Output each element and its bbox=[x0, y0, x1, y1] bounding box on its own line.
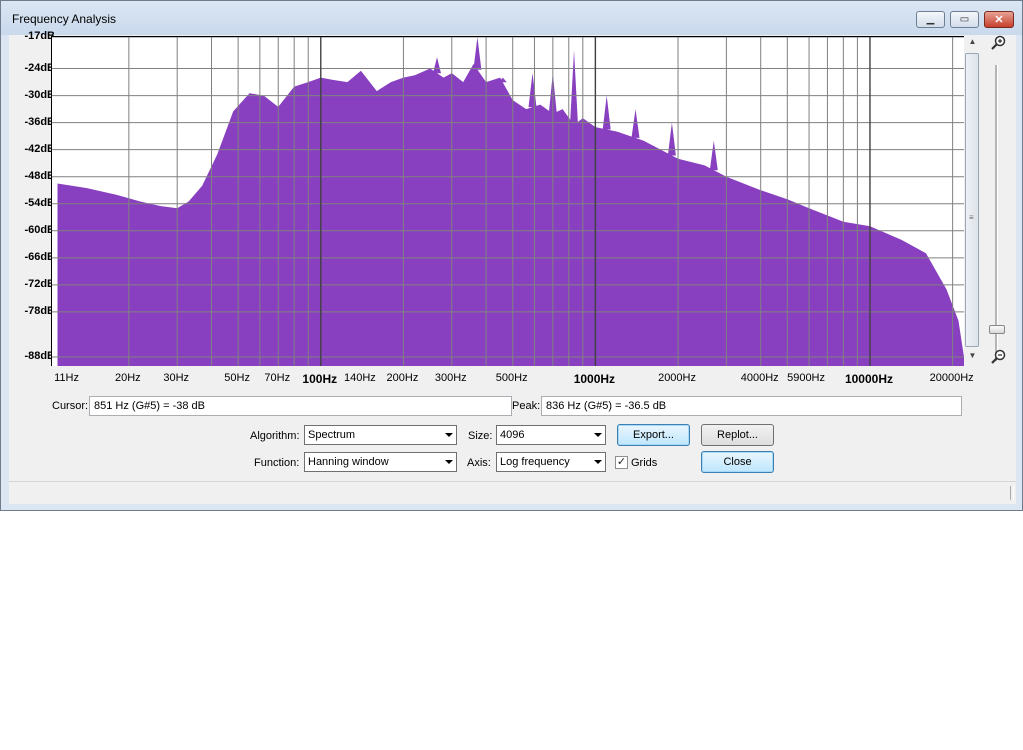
scroll-down-arrow-icon[interactable]: ▼ bbox=[964, 351, 981, 365]
minimize-button[interactable]: ▁ bbox=[916, 11, 945, 28]
spectrum-peak-spike bbox=[473, 37, 482, 70]
spectrum-area bbox=[57, 64, 964, 366]
status-bar bbox=[9, 481, 1016, 504]
algorithm-select[interactable]: Spectrum bbox=[304, 425, 457, 445]
zoom-slider-thumb[interactable] bbox=[989, 325, 1005, 334]
title-bar[interactable]: Frequency Analysis ▁ ▭ ✕ bbox=[1, 1, 1022, 35]
spectrum-peak-spike bbox=[667, 122, 676, 156]
x-tick-label: 300Hz bbox=[434, 372, 467, 384]
function-select[interactable]: Hanning window bbox=[304, 452, 457, 472]
window-title: Frequency Analysis bbox=[12, 12, 117, 26]
axis-label: Axis: bbox=[467, 457, 491, 469]
y-tick-label: -60dB bbox=[24, 223, 55, 236]
x-tick-label: 1000Hz bbox=[573, 372, 616, 386]
resize-grip-icon[interactable] bbox=[1010, 486, 1014, 500]
dialog-client-area: -17dB -24dB -30dB -36dB -42dB -48dB -54dB -60dB… bbox=[9, 30, 1016, 504]
x-tick-label: 50Hz bbox=[224, 372, 250, 384]
y-tick-label: -72dB bbox=[24, 277, 55, 290]
cursor-readout-field: 851 Hz (G#5) = -38 dB bbox=[89, 396, 512, 416]
axis-select-value: Log frequency bbox=[500, 456, 570, 468]
close-window-button[interactable]: ✕ bbox=[984, 11, 1014, 28]
x-tick-label: 11Hz bbox=[54, 372, 79, 384]
x-tick-label: 2000Hz bbox=[658, 372, 696, 384]
replot-button[interactable]: Replot... bbox=[701, 424, 774, 446]
scroll-up-arrow-icon[interactable]: ▲ bbox=[964, 37, 981, 51]
size-label: Size: bbox=[468, 430, 493, 442]
algorithm-label: Algorithm: bbox=[250, 430, 300, 442]
y-tick-label: -54dB bbox=[24, 196, 55, 209]
close-button[interactable]: Close bbox=[701, 451, 774, 473]
zoom-slider-track[interactable] bbox=[995, 65, 998, 361]
x-tick-label: 200Hz bbox=[386, 372, 419, 384]
y-tick-label: -48dB bbox=[24, 169, 55, 182]
spectrum-peak-spike bbox=[709, 140, 718, 171]
spectrum-plot[interactable] bbox=[51, 36, 964, 366]
x-tick-label: 20Hz bbox=[114, 372, 141, 384]
function-select-value: Hanning window bbox=[308, 456, 389, 468]
x-tick-label: 10000Hz bbox=[844, 372, 893, 386]
function-label: Function: bbox=[254, 457, 300, 469]
spectrum-peak-spike bbox=[528, 73, 537, 108]
x-tick-label: 4000Hz bbox=[740, 372, 779, 384]
y-tick-label: -17dB bbox=[24, 30, 55, 42]
grip-icon: ≡ bbox=[969, 213, 974, 222]
checkmark-icon: ✓ bbox=[616, 456, 627, 468]
x-tick-label: 70Hz bbox=[264, 372, 291, 384]
x-tick-label: 100Hz bbox=[302, 372, 338, 386]
chevron-down-icon bbox=[445, 460, 453, 464]
spectrum-svg bbox=[52, 36, 964, 366]
algorithm-select-value: Spectrum bbox=[308, 429, 356, 441]
y-tick-label: -88dB bbox=[24, 349, 55, 362]
y-tick-label: -66dB bbox=[24, 250, 55, 263]
minimize-icon: ▁ bbox=[926, 14, 935, 25]
x-tick-label: 30Hz bbox=[163, 372, 190, 384]
close-icon: ✕ bbox=[994, 14, 1004, 26]
spectrum-peak-spike bbox=[602, 95, 611, 130]
grids-checkbox[interactable]: ✓ bbox=[615, 456, 628, 469]
y-tick-label: -24dB bbox=[24, 61, 55, 74]
size-select-value: 4096 bbox=[500, 429, 525, 441]
y-tick-label: -78dB bbox=[24, 304, 55, 317]
x-tick-label: 500Hz bbox=[495, 372, 528, 384]
grids-label[interactable]: Grids bbox=[631, 457, 657, 469]
zoom-out-icon[interactable] bbox=[990, 349, 1006, 365]
spectrum-peak-spike bbox=[433, 57, 441, 74]
x-tick-label: 5900Hz bbox=[787, 372, 826, 384]
x-tick-label: 140Hz bbox=[343, 372, 376, 384]
y-tick-label: -36dB bbox=[24, 115, 55, 128]
chevron-down-icon bbox=[445, 433, 453, 437]
scrollbar-thumb[interactable]: ≡ bbox=[965, 53, 979, 347]
maximize-button[interactable]: ▭ bbox=[950, 11, 979, 28]
peak-label: Peak: bbox=[512, 400, 541, 412]
spectrum-peak-spike bbox=[570, 50, 578, 125]
maximize-icon: ▭ bbox=[959, 14, 970, 25]
zoom-in-icon[interactable] bbox=[990, 35, 1006, 51]
vertical-scrollbar[interactable]: ▲ ≡ ▼ bbox=[964, 35, 981, 365]
export-button[interactable]: Export... bbox=[617, 424, 690, 446]
peak-readout-field: 836 Hz (G#5) = -36.5 dB bbox=[541, 396, 962, 416]
chevron-down-icon bbox=[594, 460, 602, 464]
y-tick-label: -42dB bbox=[24, 142, 55, 155]
size-select[interactable]: 4096 bbox=[496, 425, 606, 445]
cursor-label: Cursor: bbox=[52, 400, 89, 412]
y-tick-label: -30dB bbox=[24, 88, 55, 101]
spectrum-peak-spike bbox=[631, 109, 640, 138]
frequency-analysis-window: Frequency Analysis ▁ ▭ ✕ -17dB -24dB -30dB… bbox=[0, 0, 1023, 511]
chevron-down-icon bbox=[594, 433, 602, 437]
axis-select[interactable]: Log frequency bbox=[496, 452, 606, 472]
x-tick-label: 20000Hz bbox=[929, 372, 974, 384]
